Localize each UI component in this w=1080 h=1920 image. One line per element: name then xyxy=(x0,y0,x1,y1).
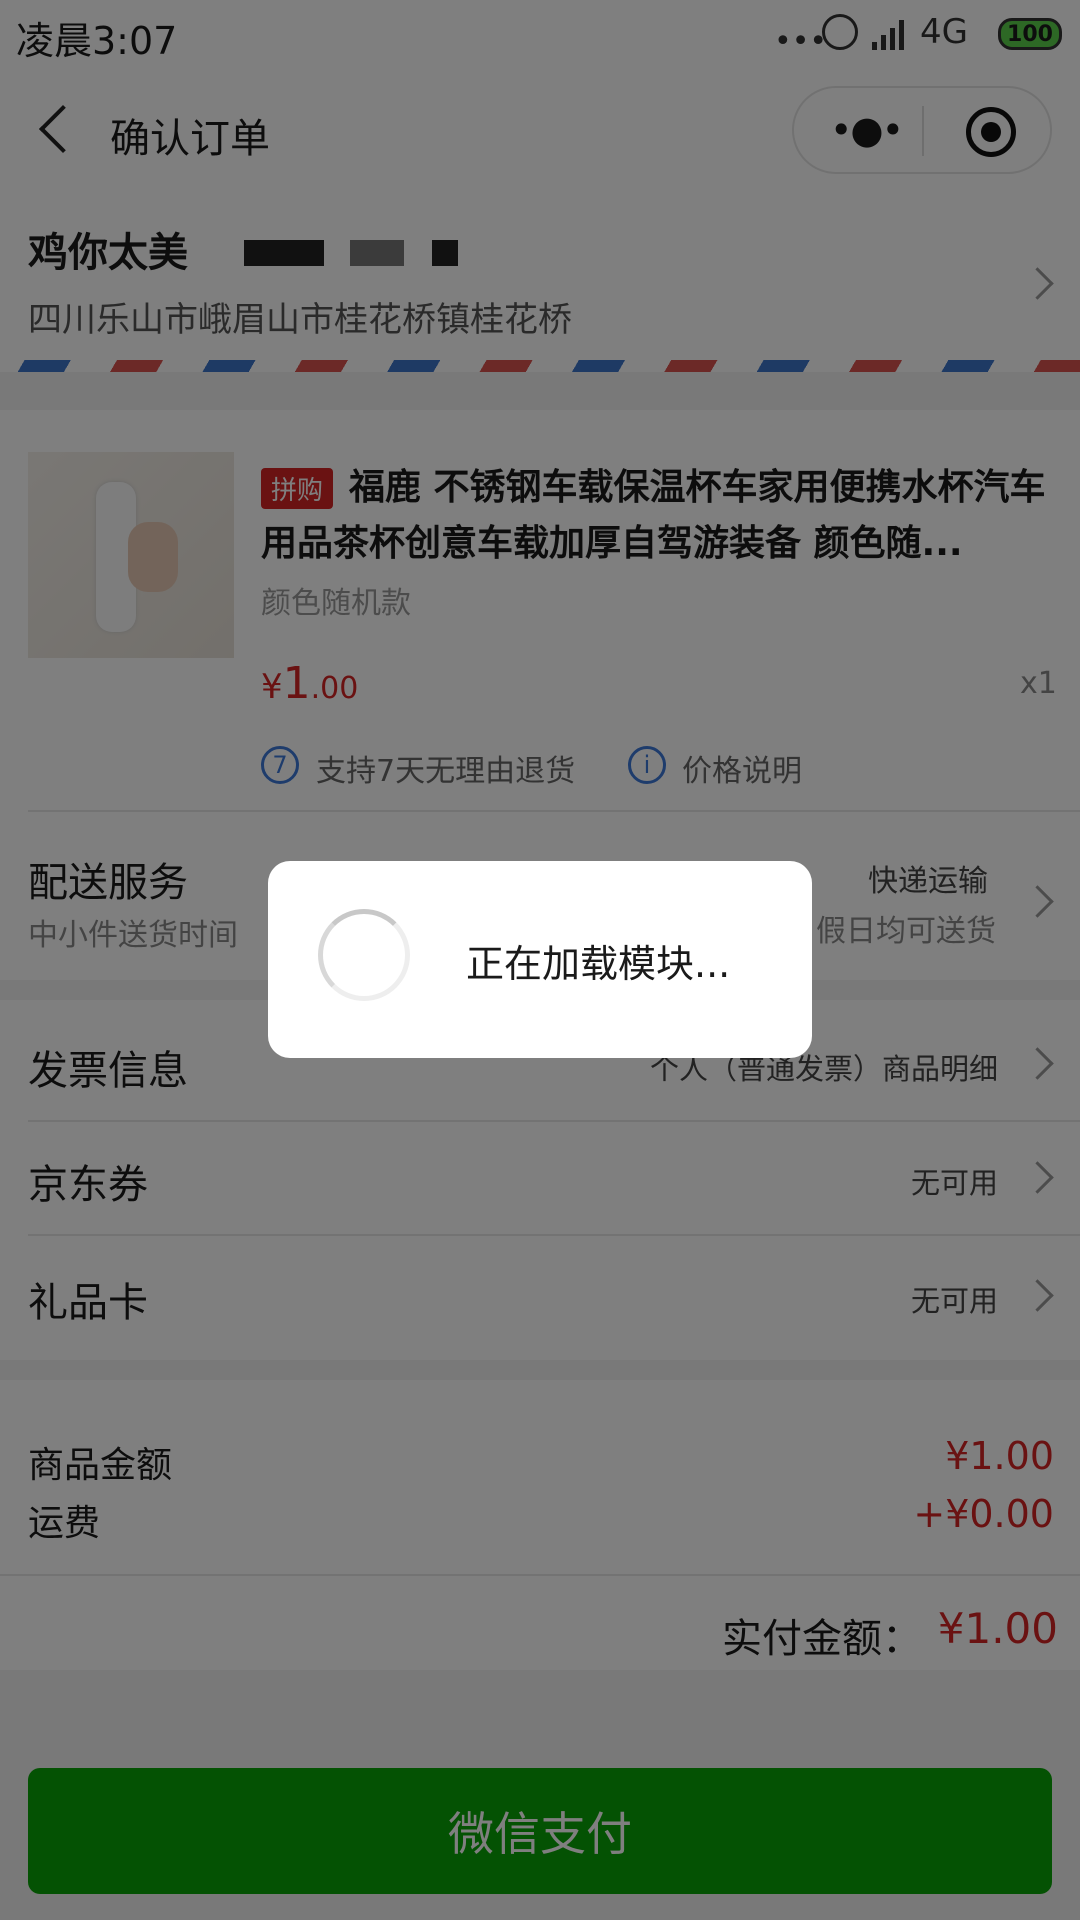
loading-toast: 正在加载模块... xyxy=(268,861,812,1058)
loading-spinner-icon xyxy=(318,909,410,1001)
loading-text: 正在加载模块... xyxy=(466,942,731,986)
